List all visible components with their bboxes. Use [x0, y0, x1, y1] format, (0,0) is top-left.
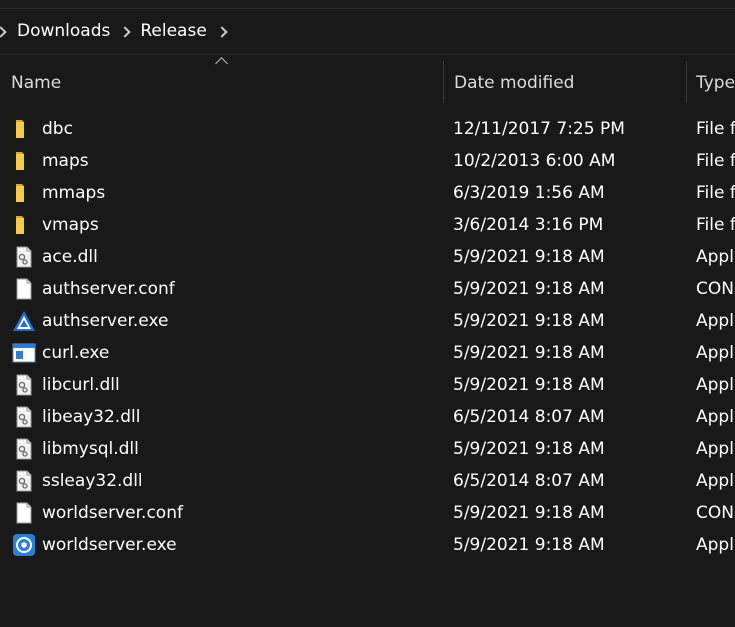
folder-icon	[12, 118, 36, 140]
worldserver-app-icon	[12, 534, 36, 556]
file-name: ace.dll	[42, 247, 98, 267]
authserver-app-icon	[12, 310, 36, 332]
dll-file-icon	[12, 374, 36, 396]
file-date-modified: 5/9/2021 9:18 AM	[453, 439, 605, 459]
dll-file-icon	[12, 406, 36, 428]
file-name: authserver.conf	[42, 279, 175, 299]
file-date-modified: 5/9/2021 9:18 AM	[453, 535, 605, 555]
file-row[interactable]: ace.dll 5/9/2021 9:18 AM Application exten…	[0, 241, 735, 273]
blank-file-icon	[12, 502, 36, 524]
file-type: File folder	[696, 151, 735, 171]
file-row[interactable]: maps 10/2/2013 6:00 AM File folder	[0, 145, 735, 177]
file-date-modified: 5/9/2021 9:18 AM	[453, 343, 605, 363]
file-row[interactable]: curl.exe 5/9/2021 9:18 AM Application	[0, 337, 735, 369]
file-row[interactable]: authserver.conf 5/9/2021 9:18 AM CONF File	[0, 273, 735, 305]
file-name: vmaps	[42, 215, 99, 235]
file-type: CONF File	[696, 279, 735, 299]
column-header-name[interactable]: Name	[0, 55, 443, 103]
file-row[interactable]: mmaps 6/3/2019 1:56 AM File folder	[0, 177, 735, 209]
folder-icon	[12, 182, 36, 204]
file-list: dbc 12/11/2017 7:25 PM File folder maps 10/2…	[0, 113, 735, 561]
file-type: Application extension	[696, 439, 735, 459]
file-type: Application	[696, 311, 735, 331]
file-row[interactable]: libmysql.dll 5/9/2021 9:18 AM Application …	[0, 433, 735, 465]
file-type: Application extension	[696, 407, 735, 427]
file-name: authserver.exe	[42, 311, 169, 331]
file-name: curl.exe	[42, 343, 110, 363]
file-row[interactable]: vmaps 3/6/2014 3:16 PM File folder	[0, 209, 735, 241]
breadcrumb: Downloads Release	[0, 9, 735, 54]
file-name: libeay32.dll	[42, 407, 141, 427]
dll-file-icon	[12, 438, 36, 460]
file-name: libcurl.dll	[42, 375, 120, 395]
breadcrumb-item-release[interactable]: Release	[140, 9, 206, 54]
file-row[interactable]: worldserver.exe 5/9/2021 9:18 AM Applicati…	[0, 529, 735, 561]
file-type: Application extension	[696, 247, 735, 267]
dll-file-icon	[12, 470, 36, 492]
file-type: File folder	[696, 119, 735, 139]
file-type: Application extension	[696, 375, 735, 395]
file-row[interactable]: libcurl.dll 5/9/2021 9:18 AM Application e…	[0, 369, 735, 401]
folder-icon	[12, 214, 36, 236]
breadcrumb-item-downloads[interactable]: Downloads	[17, 9, 110, 54]
file-type: Application extension	[696, 471, 735, 491]
file-name: dbc	[42, 119, 73, 139]
file-date-modified: 6/5/2014 8:07 AM	[453, 471, 605, 491]
file-type: File folder	[696, 215, 735, 235]
title-strip	[0, 0, 735, 8]
file-name: maps	[42, 151, 89, 171]
file-date-modified: 5/9/2021 9:18 AM	[453, 503, 605, 523]
file-date-modified: 6/3/2019 1:56 AM	[453, 183, 605, 203]
file-date-modified: 6/5/2014 8:07 AM	[453, 407, 605, 427]
file-row[interactable]: libeay32.dll 6/5/2014 8:07 AM Application …	[0, 401, 735, 433]
file-date-modified: 5/9/2021 9:18 AM	[453, 279, 605, 299]
file-name: mmaps	[42, 183, 106, 203]
chevron-right-icon[interactable]	[0, 25, 7, 38]
file-name: worldserver.exe	[42, 535, 177, 555]
file-row[interactable]: dbc 12/11/2017 7:25 PM File folder	[0, 113, 735, 145]
file-name: worldserver.conf	[42, 503, 183, 523]
file-date-modified: 10/2/2013 6:00 AM	[453, 151, 616, 171]
blank-file-icon	[12, 278, 36, 300]
folder-icon	[12, 150, 36, 172]
file-name: ssleay32.dll	[42, 471, 143, 491]
column-header-date-modified[interactable]: Date modified	[444, 55, 686, 103]
file-name: libmysql.dll	[42, 439, 139, 459]
file-date-modified: 3/6/2014 3:16 PM	[453, 215, 604, 235]
file-type: Application	[696, 343, 735, 363]
file-row[interactable]: ssleay32.dll 6/5/2014 8:07 AM Application …	[0, 465, 735, 497]
file-type: Application	[696, 535, 735, 555]
file-date-modified: 5/9/2021 9:18 AM	[453, 247, 605, 267]
file-row[interactable]: worldserver.conf 5/9/2021 9:18 AM CONF Fil…	[0, 497, 735, 529]
column-header-row: Name Date modified Type	[0, 55, 735, 103]
file-explorer-window: Downloads Release Name Date modified Typ…	[0, 0, 735, 627]
column-header-type[interactable]: Type	[687, 55, 735, 103]
file-type: CONF File	[696, 503, 735, 523]
file-row[interactable]: authserver.exe 5/9/2021 9:18 AM Applicatio…	[0, 305, 735, 337]
chevron-right-icon[interactable]	[216, 25, 228, 38]
window-app-icon	[12, 342, 36, 364]
dll-file-icon	[12, 246, 36, 268]
file-type: File folder	[696, 183, 735, 203]
file-date-modified: 5/9/2021 9:18 AM	[453, 375, 605, 395]
chevron-right-icon[interactable]	[119, 25, 132, 38]
file-date-modified: 12/11/2017 7:25 PM	[453, 119, 625, 139]
file-date-modified: 5/9/2021 9:18 AM	[453, 311, 605, 331]
